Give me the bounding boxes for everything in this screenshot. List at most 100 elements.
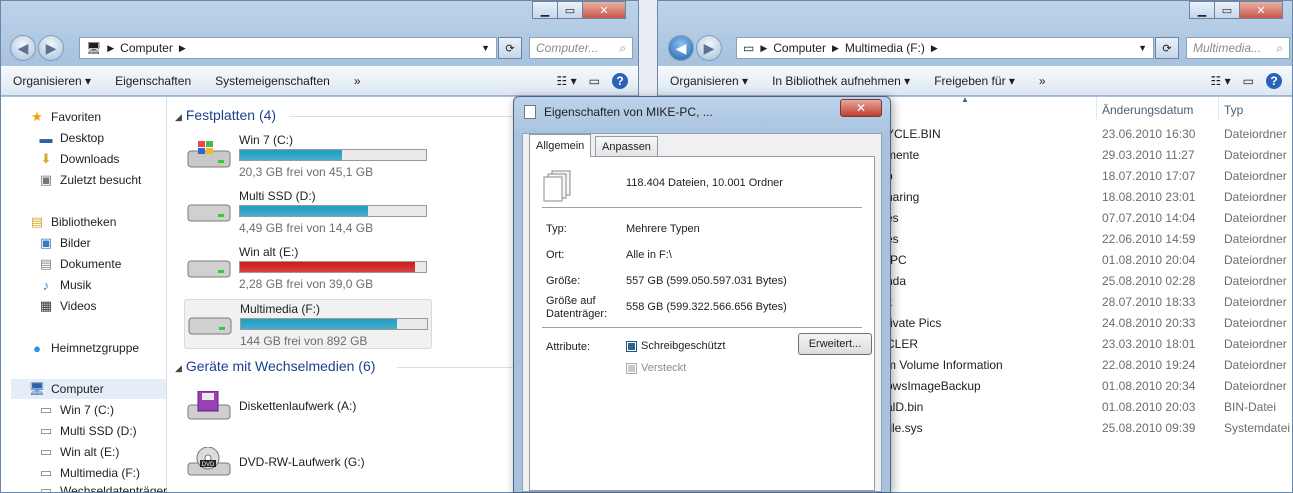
hdd-group-header[interactable]: ◢ Festplatten (4): [175, 107, 276, 123]
forward-button[interactable]: ▶: [38, 35, 64, 61]
type-value: Mehrere Typen: [626, 223, 700, 235]
drive-name: Diskettenlaufwerk (A:): [239, 399, 357, 413]
drive-e[interactable]: Win alt (E:) 2,28 GB frei von 39,0 GB: [184, 243, 432, 293]
add-to-library-button[interactable]: In Bibliothek aufnehmen ▾: [760, 74, 922, 88]
readonly-checkbox[interactable]: [626, 341, 637, 352]
nav-removable[interactable]: ▭ Wechseldatenträger: [38, 484, 167, 492]
nav-desktop[interactable]: ▬ Desktop: [38, 128, 105, 148]
address-dropdown-icon[interactable]: ▼: [481, 43, 490, 53]
back-button[interactable]: ◀: [668, 35, 694, 61]
drive-free-space: 4,49 GB frei von 14,4 GB: [239, 221, 374, 235]
nav-downloads[interactable]: ⬇ Downloads: [38, 149, 120, 169]
maximize-button[interactable]: ▭: [1214, 1, 1240, 19]
nav-drive-e[interactable]: ▭ Win alt (E:): [38, 442, 120, 462]
drive-icon: ▭: [743, 41, 755, 55]
nav-favorites[interactable]: ★ Favoriten: [29, 107, 101, 127]
minimize-button[interactable]: ▁: [532, 1, 558, 19]
more-commands-button[interactable]: »: [1027, 74, 1058, 88]
floppy-icon: [187, 391, 231, 420]
type-label: Typ:: [546, 223, 567, 235]
drive-d[interactable]: Multi SSD (D:) 4,49 GB frei von 14,4 GB: [184, 187, 432, 237]
location-value: Alle in F:\: [626, 249, 672, 261]
close-button[interactable]: ✕: [582, 1, 626, 19]
drive-name: Win 7 (C:): [239, 133, 293, 147]
view-options-icon[interactable]: ☷ ▾: [551, 74, 583, 88]
group-label: Geräte mit Wechselmedien (6): [185, 358, 376, 374]
address-bar[interactable]: ▭ ▶ Computer ▶ Multimedia (F:) ▶ ▼: [736, 37, 1154, 59]
drive-f[interactable]: Multimedia (F:) 144 GB frei von 892 GB: [184, 299, 432, 349]
dialog-title: Eigenschaften von MIKE-PC, ...: [544, 105, 713, 119]
refresh-button[interactable]: ⟳: [498, 37, 522, 59]
advanced-button[interactable]: Erweitert...: [798, 333, 872, 355]
dialog-close-button[interactable]: ✕: [840, 99, 882, 117]
drive-name: Multimedia (F:): [240, 302, 321, 316]
separator: [542, 207, 862, 208]
properties-dialog: Eigenschaften von MIKE-PC, ... ✕ Allgeme…: [513, 96, 891, 493]
drive-icon: [188, 317, 232, 335]
breadcrumb-separator: ▶: [178, 42, 186, 53]
back-button[interactable]: ◀: [10, 35, 36, 61]
nav-libraries[interactable]: ▤ Bibliotheken: [29, 212, 117, 232]
properties-button[interactable]: Eigenschaften: [103, 74, 203, 88]
drive-usage-bar: [239, 149, 427, 161]
tab-general[interactable]: Allgemein: [529, 134, 592, 157]
preview-pane-icon[interactable]: ▭: [583, 74, 606, 88]
general-tab-panel: 118.404 Dateien, 10.001 Ordner Typ: Mehr…: [529, 156, 875, 491]
drive-icon: ▭: [39, 423, 53, 438]
help-icon[interactable]: ?: [606, 73, 638, 89]
nav-label: Videos: [60, 299, 97, 313]
search-input[interactable]: Multimedia... ⌕: [1186, 37, 1290, 59]
dvd-icon: DVD: [187, 447, 231, 476]
system-properties-button[interactable]: Systemeigenschaften: [203, 74, 342, 88]
tab-customize[interactable]: Anpassen: [595, 136, 658, 156]
nav-music[interactable]: ♪ Musik: [38, 275, 92, 295]
nav-label: Win alt (E:): [60, 445, 120, 459]
search-input[interactable]: Computer... ⌕: [529, 37, 633, 59]
nav-pictures[interactable]: ▣ Bilder: [38, 233, 91, 253]
drive-name: Multi SSD (D:): [239, 189, 316, 203]
minimize-button[interactable]: ▁: [1189, 1, 1215, 19]
windows-drive-icon: ▭: [39, 402, 53, 417]
help-icon[interactable]: ?: [1260, 73, 1292, 89]
size-label: Größe:: [546, 275, 581, 287]
breadcrumb-computer[interactable]: Computer: [773, 41, 826, 55]
removable-group-header[interactable]: ◢ Geräte mit Wechselmedien (6): [175, 358, 375, 374]
nav-drive-d[interactable]: ▭ Multi SSD (D:): [38, 421, 137, 441]
hidden-checkbox[interactable]: [626, 363, 637, 374]
close-button[interactable]: ✕: [1239, 1, 1283, 19]
more-commands-button[interactable]: »: [342, 74, 373, 88]
drive-free-space: 2,28 GB frei von 39,0 GB: [239, 277, 374, 291]
address-dropdown-icon[interactable]: ▼: [1138, 43, 1147, 53]
nav-videos[interactable]: ▦ Videos: [38, 296, 97, 316]
refresh-button[interactable]: ⟳: [1155, 37, 1179, 59]
drive-usage-bar: [240, 318, 428, 330]
breadcrumb-computer[interactable]: Computer: [120, 41, 173, 55]
column-divider: [1218, 97, 1219, 121]
breadcrumb-separator: ▶: [930, 42, 938, 53]
nav-documents[interactable]: ▤ Dokumente: [38, 254, 122, 274]
view-options-icon[interactable]: ☷ ▾: [1205, 74, 1237, 88]
nav-homegroup[interactable]: ● Heimnetzgruppe: [29, 338, 139, 358]
maximize-button[interactable]: ▭: [557, 1, 583, 19]
organize-button[interactable]: Organisieren ▾: [658, 74, 760, 88]
share-with-button[interactable]: Freigeben für ▾: [922, 74, 1027, 88]
address-bar[interactable]: 🖥 ▶ Computer ▶ ▼: [79, 37, 497, 59]
preview-pane-icon[interactable]: ▭: [1237, 74, 1260, 88]
drive-c[interactable]: Win 7 (C:) 20,3 GB frei von 45,1 GB: [184, 131, 432, 181]
organize-button[interactable]: Organisieren ▾: [1, 74, 103, 88]
nav-computer[interactable]: 🖥 Computer: [11, 379, 166, 399]
drive-usage-fill: [240, 206, 369, 216]
dialog-body: Allgemein Anpassen 118.404 Dateien, 10.0…: [522, 133, 882, 492]
drive-icon: [187, 204, 231, 222]
nav-drive-f[interactable]: ▭ Multimedia (F:): [38, 463, 140, 483]
drive-free-space: 144 GB frei von 892 GB: [240, 334, 368, 348]
size-on-disk-label: Datenträger:: [546, 308, 608, 320]
nav-recent[interactable]: ▣ Zuletzt besucht: [38, 170, 142, 190]
floppy-drive[interactable]: Diskettenlaufwerk (A:): [184, 383, 432, 433]
forward-button[interactable]: ▶: [696, 35, 722, 61]
videos-icon: ▦: [39, 298, 53, 313]
dvd-drive[interactable]: DVD DVD-RW-Laufwerk (G:): [184, 439, 432, 489]
breadcrumb-multimedia[interactable]: Multimedia (F:): [845, 41, 925, 55]
nav-drive-c[interactable]: ▭ Win 7 (C:): [38, 400, 114, 420]
hidden-label: Versteckt: [641, 362, 687, 374]
